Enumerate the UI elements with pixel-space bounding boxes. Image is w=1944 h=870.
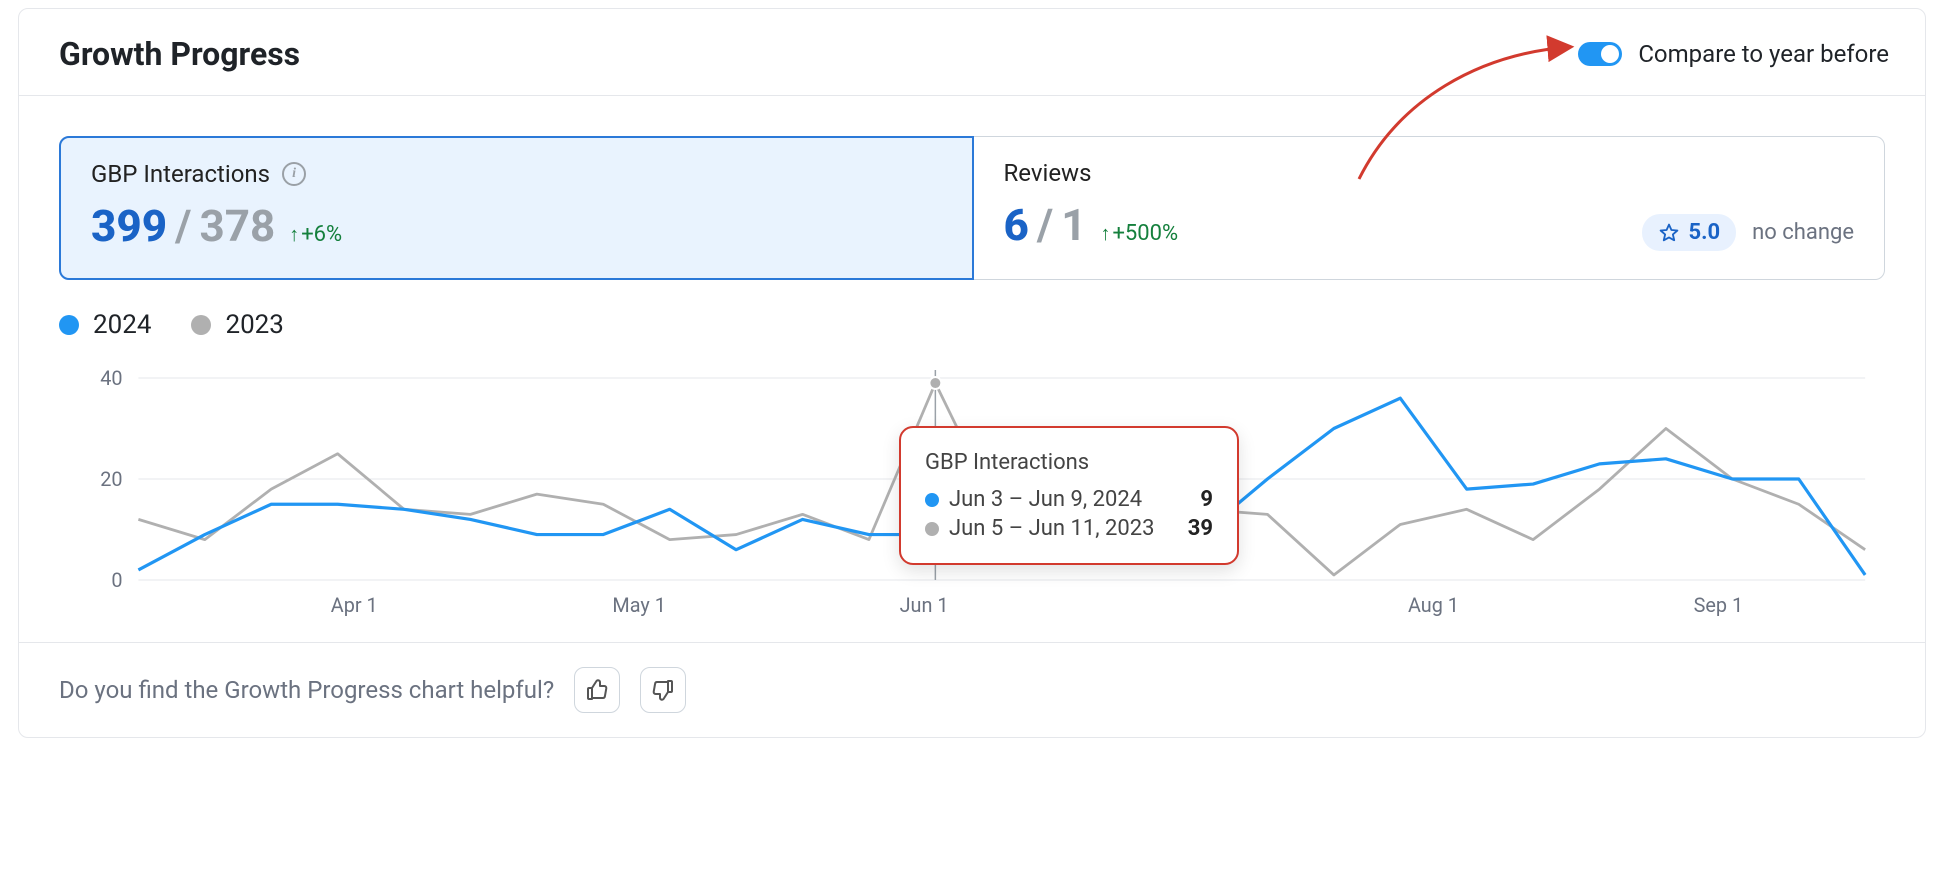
thumbs-down-icon — [651, 678, 675, 702]
chart-legend: 2024 2023 — [19, 280, 1925, 340]
reviews-value-prev: 1 — [1061, 199, 1086, 251]
arrow-up-icon: ↑ — [289, 222, 299, 247]
growth-progress-panel: Growth Progress Compare to year before G… — [18, 8, 1926, 738]
compare-toggle-row: Compare to year before — [1578, 40, 1889, 68]
chart-tooltip: GBP Interactions Jun 3 – Jun 9, 2024 9 J… — [899, 426, 1239, 565]
feedback-footer: Do you find the Growth Progress chart he… — [19, 642, 1925, 737]
info-icon[interactable]: i — [282, 162, 306, 186]
svg-text:Sep 1: Sep 1 — [1694, 594, 1743, 617]
gbp-card-title: GBP Interactions — [91, 160, 270, 188]
svg-text:Apr 1: Apr 1 — [331, 594, 378, 617]
legend-label-prev: 2023 — [225, 310, 283, 340]
svg-text:May 1: May 1 — [612, 594, 665, 617]
tooltip-row2-value: 39 — [1188, 516, 1213, 541]
panel-header: Growth Progress Compare to year before — [19, 9, 1925, 96]
legend-swatch-prev — [191, 315, 211, 335]
gbp-values: 399 / 378 ↑+6% — [91, 200, 942, 252]
legend-swatch-current — [59, 315, 79, 335]
thumbs-down-button[interactable] — [640, 667, 686, 713]
svg-text:20: 20 — [100, 468, 122, 491]
tooltip-dot-2024 — [925, 493, 939, 507]
compare-toggle[interactable] — [1578, 42, 1622, 66]
gbp-value-prev: 378 — [199, 200, 275, 252]
metric-cards-row: GBP Interactions i 399 / 378 ↑+6% Review… — [19, 96, 1925, 280]
thumbs-up-icon — [585, 678, 609, 702]
svg-text:Jun 1: Jun 1 — [900, 594, 949, 617]
gbp-value-current: 399 — [91, 200, 167, 252]
legend-item-current: 2024 — [59, 310, 151, 340]
reviews-value-current: 6 — [1004, 199, 1029, 251]
reviews-values: 6 / 1 ↑+500% — [1004, 199, 1179, 251]
svg-text:0: 0 — [111, 569, 122, 592]
rating-change: no change — [1752, 220, 1854, 245]
gbp-delta: ↑+6% — [289, 222, 342, 247]
thumbs-up-button[interactable] — [574, 667, 620, 713]
legend-item-prev: 2023 — [191, 310, 283, 340]
panel-title: Growth Progress — [59, 35, 300, 73]
tooltip-row1-value: 9 — [1200, 487, 1213, 512]
tooltip-title: GBP Interactions — [925, 450, 1213, 475]
reviews-card-title: Reviews — [1004, 159, 1092, 187]
tooltip-row1-label: Jun 3 – Jun 9, 2024 — [949, 487, 1142, 512]
chart-area[interactable]: 0 20 40 Apr 1 May 1 Jun 1 Aug 1 Sep 1 GBP Inter… — [19, 340, 1925, 620]
svg-text:40: 40 — [100, 367, 122, 390]
arrow-up-icon: ↑ — [1100, 221, 1110, 246]
compare-toggle-label: Compare to year before — [1638, 40, 1889, 68]
rating-block: 5.0 no change — [1642, 214, 1854, 251]
rating-chip: 5.0 — [1642, 214, 1736, 251]
star-icon — [1658, 222, 1680, 244]
tab-gbp-interactions[interactable]: GBP Interactions i 399 / 378 ↑+6% — [59, 136, 974, 280]
legend-label-current: 2024 — [93, 310, 151, 340]
feedback-question: Do you find the Growth Progress chart he… — [59, 676, 554, 704]
tab-reviews[interactable]: Reviews 6 / 1 ↑+500% — [974, 136, 1886, 280]
rating-value: 5.0 — [1688, 220, 1720, 245]
tooltip-dot-2023 — [925, 522, 939, 536]
reviews-delta: ↑+500% — [1100, 221, 1178, 246]
tooltip-row2-label: Jun 5 – Jun 11, 2023 — [949, 516, 1154, 541]
svg-text:Aug 1: Aug 1 — [1408, 594, 1459, 617]
